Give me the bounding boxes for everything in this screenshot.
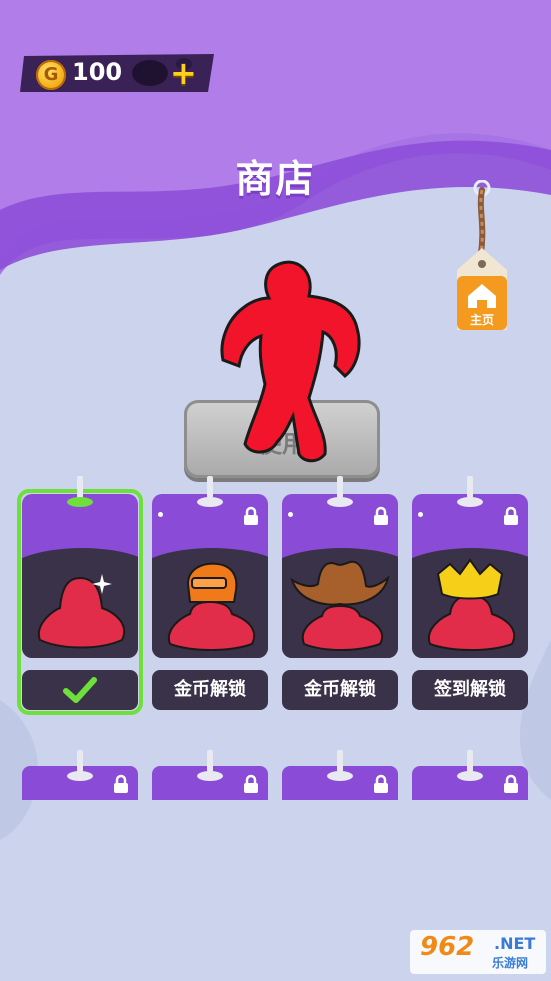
hat-card-5[interactable] [22,750,138,800]
hat-card-1[interactable] [17,476,143,715]
watermark-sub: 乐游网 [492,956,529,970]
lock-icon [504,506,518,525]
red-witch-hat-icon [37,574,125,649]
checkin-unlock-button[interactable]: 签到解锁 [412,670,528,710]
add-coins-button[interactable]: + [170,53,197,93]
hanger-icon [67,750,93,781]
lock-icon [114,774,128,793]
hat-card-8[interactable] [412,750,528,800]
hanger-icon [327,476,353,507]
watermark-number: 962 [420,932,475,962]
hanger-icon [327,750,353,781]
coin-unlock-button[interactable]: 金币解锁 [282,670,398,710]
check-icon [63,677,97,703]
hanger-icon [197,750,223,781]
lock-icon [374,774,388,793]
watermark-logo: 962 .NET 乐游网 [410,930,546,974]
hanger-icon [197,476,223,507]
hat-card-4[interactable]: 签到解锁 [412,476,528,710]
hat-card-3[interactable]: 金币解锁 [282,476,398,710]
hat-card-6[interactable] [152,750,268,800]
orange-helmet-icon [167,562,255,651]
hanger-icon [457,750,483,781]
lock-icon [504,774,518,793]
lock-icon [244,774,258,793]
lock-icon [374,506,388,525]
hanger-icon [67,476,93,507]
lock-icon [244,506,258,525]
home-label: 主页 [469,313,494,327]
hat-card-7[interactable] [282,750,398,800]
hanger-icon [457,476,483,507]
coin-value: 100 [72,58,123,86]
watermark-net: .NET [494,934,536,953]
coin-counter: G 100 + [18,52,216,94]
coin-icon: G [36,60,66,90]
selected-check-button[interactable] [22,670,138,710]
gold-crown-icon [427,558,515,651]
coin-unlock-button[interactable]: 金币解锁 [152,670,268,710]
card-body [22,494,138,658]
home-button[interactable]: 主页 [452,179,512,335]
character-figure [220,260,361,463]
cowboy-hat-icon [290,560,390,651]
hat-card-2[interactable]: 金币解锁 [152,476,268,710]
